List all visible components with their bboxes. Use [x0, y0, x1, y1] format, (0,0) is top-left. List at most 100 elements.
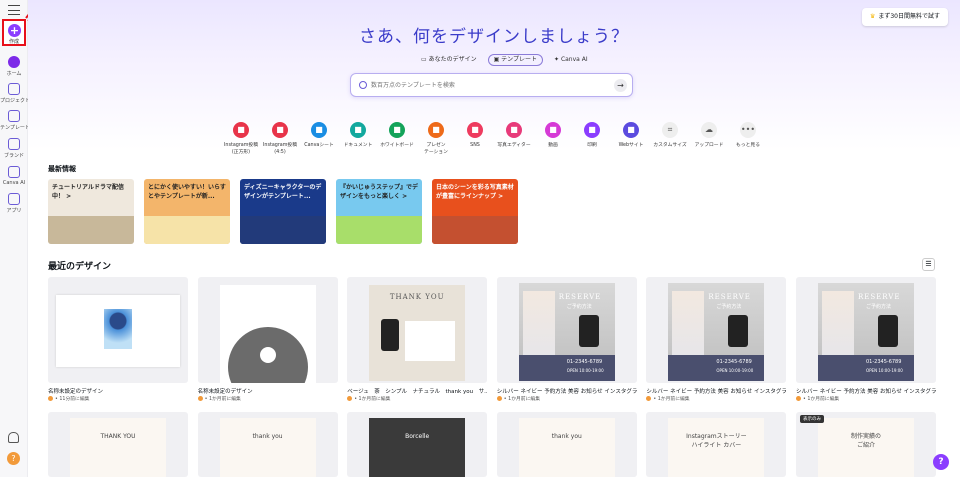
list-view-icon[interactable]: ☰	[922, 258, 935, 271]
design-thumbnail[interactable]: THANK YOU	[347, 277, 488, 383]
sidebar-item-brand[interactable]: ブランド	[0, 138, 28, 159]
design-meta: • 1か月前に編集	[796, 395, 839, 402]
quick-action-label: プレゼン テーション	[424, 143, 448, 155]
news-card[interactable]: 日本のシーンを彩る写真素材が豊富にラインナップ >	[432, 179, 518, 244]
tab-label: あなたのデザイン	[428, 56, 477, 63]
owner-avatar-icon	[48, 396, 53, 401]
design-thumbnail[interactable]: thank you	[496, 412, 637, 477]
quick-action-3[interactable]: ■ ドキュメント	[339, 122, 377, 149]
upload-icon: ☁	[701, 122, 717, 138]
design-thumbnail[interactable]: Instagramストーリー ハイライト カバー	[646, 412, 787, 477]
design-name[interactable]: 名称未設定のデザイン	[48, 387, 188, 395]
design-thumbnail[interactable]: THANK YOU	[48, 412, 188, 477]
avatar[interactable]: ?	[7, 452, 20, 465]
sidebar-item-apps[interactable]: アプリ	[0, 193, 28, 214]
reserve-phone: 01-2345-6789	[866, 359, 902, 365]
design-thumbnail[interactable]: RESERVE ご予約方法 01-2345-6789 OPEN 10:00-19:00	[496, 277, 637, 383]
crown-icon: ♛	[869, 13, 876, 20]
design-thumbnail[interactable]: Borcelle	[347, 412, 488, 477]
doctor-photo	[822, 291, 854, 361]
quick-action-12[interactable]: ☁ アップロード	[690, 122, 728, 149]
design-canvas: Borcelle	[369, 418, 466, 477]
design-name[interactable]: シルバー ネイビー 予約方法 美容 お知らせ インスタグラ...	[497, 387, 637, 395]
design-meta-text: • 1か月前に編集	[503, 397, 540, 402]
quick-action-5[interactable]: ■ プレゼン テーション	[417, 122, 455, 156]
tab-canva-ai[interactable]: ✦ Canva AI	[549, 54, 593, 66]
design-meta-text: • 1か月前に編集	[653, 397, 690, 402]
design-card-title: Instagramストーリー ハイライト カバー	[686, 433, 747, 449]
news-card-text: 日本のシーンを彩る写真素材が豊富にラインナップ >	[436, 184, 514, 200]
news-card[interactable]: 『かいじゅうステップ』でデザインをもっと楽しく >	[336, 179, 422, 244]
sidebar-item-templates[interactable]: テンプレート	[0, 110, 30, 131]
reserve-phone: 01-2345-6789	[566, 359, 603, 365]
recent-designs-title: 最近のデザイン	[48, 262, 112, 272]
quick-action-7[interactable]: ■ 写真エディター	[495, 122, 533, 149]
owner-avatar-icon	[496, 396, 502, 401]
thankyou-title: THANK YOU	[389, 293, 445, 301]
design-meta-text: • 1か月前に編集	[354, 397, 391, 402]
design-name[interactable]: シルバー ネイビー 予約方法 美容 お知らせ インスタグラ...	[646, 387, 786, 395]
reserve-title: RESERVE	[858, 293, 901, 301]
design-thumbnail[interactable]: RESERVE ご予約方法 01-2345-6789 OPEN 10:00-19:00	[646, 277, 787, 383]
design-thumbnail[interactable]	[197, 277, 338, 383]
reserve-subtitle: ご予約方法	[566, 304, 592, 310]
info-band: 01-2345-6789 OPEN 10:00-19:00	[818, 355, 914, 381]
news-card[interactable]: ディズニーキャラクターのデザインがテンプレート...	[240, 179, 326, 244]
quick-action-0[interactable]: ■ Instagram投稿 (正方形)	[222, 122, 260, 156]
doc-icon: ■	[350, 122, 366, 138]
tab-your-designs[interactable]: ▭ あなたのデザイン	[416, 54, 482, 66]
arrow-right-icon[interactable]: →	[614, 79, 627, 92]
design-thumbnail[interactable]: RESERVE ご予約方法 01-2345-6789 OPEN 10:00-19:00	[796, 277, 936, 383]
create-button[interactable]: + 作成	[2, 19, 26, 46]
sidebar-item-projects[interactable]: プロジェクト	[0, 83, 30, 104]
quick-action-10[interactable]: ■ Webサイト	[612, 122, 650, 149]
phone-image	[578, 315, 599, 347]
design-meta: • 1か月前に編集	[646, 395, 690, 402]
presentation-icon: ■	[428, 122, 444, 138]
more-icon: •••	[740, 122, 756, 138]
quick-action-9[interactable]: ■ 印刷	[573, 122, 611, 149]
design-thumbnail[interactable]: thank you	[197, 412, 338, 477]
design-thumbnail[interactable]: 制作実績の ご紹介 表示のみ	[796, 412, 936, 477]
news-card[interactable]: とにかく使いやすい！いらすとやテンプレートが新...	[144, 179, 230, 244]
sidebar-item-label: ホーム	[6, 71, 22, 77]
menu-icon[interactable]	[8, 5, 20, 15]
bell-icon[interactable]	[8, 432, 19, 443]
quick-action-label: SNS	[470, 143, 480, 148]
news-card[interactable]: チュートリアルドラマ配信中！ >	[48, 179, 134, 244]
quick-action-13[interactable]: ••• もっと見る	[729, 122, 767, 149]
sidebar-item-home[interactable]: ホーム	[0, 56, 28, 77]
design-name[interactable]: シルバー ネイビー 予約方法 美容 お知らせ インスタグラ...	[796, 387, 936, 395]
news-card-text: ディズニーキャラクターのデザインがテンプレート...	[244, 184, 322, 200]
sidebar-item-label: ブランド	[3, 153, 24, 159]
design-canvas: thank you	[219, 418, 316, 477]
help-button[interactable]: ?	[933, 454, 949, 470]
design-meta: • 1か月前に編集	[496, 395, 540, 402]
design-card-title: thank you	[252, 433, 283, 440]
quick-action-6[interactable]: ■ SNS	[456, 122, 494, 149]
quick-action-2[interactable]: ■ Canvaシート	[300, 122, 338, 149]
tab-templates[interactable]: ▣ テンプレート	[487, 54, 543, 66]
design-canvas: RESERVE ご予約方法 01-2345-6789 OPEN 10:00-19:00	[668, 283, 765, 381]
reserve-hours: OPEN 10:00-19:00	[566, 368, 604, 373]
design-thumbnail[interactable]	[48, 277, 188, 383]
sidebar-item-canva-ai[interactable]: Canva AI	[0, 166, 28, 186]
whiteboard-icon: ■	[389, 122, 405, 138]
design-name[interactable]: 名称未設定のデザイン	[198, 387, 338, 395]
quick-action-1[interactable]: ■ Instagram投稿 (4:5)	[261, 122, 299, 156]
avatar-head	[259, 347, 276, 363]
chat-bubble	[405, 321, 456, 361]
search-input[interactable]	[371, 78, 601, 93]
quick-action-4[interactable]: ■ ホワイトボード	[378, 122, 416, 149]
reserve-title: RESERVE	[558, 293, 602, 301]
news-card-text: とにかく使いやすい！いらすとやテンプレートが新...	[148, 184, 226, 200]
heart-icon: ■	[467, 122, 483, 138]
design-name[interactable]: ベージュ 茶 シンプル ナチュラル thank you サ...	[347, 387, 487, 395]
info-band: 01-2345-6789 OPEN 10:00-19:00	[518, 355, 615, 381]
quick-action-11[interactable]: ⌗ カスタムサイズ	[651, 122, 689, 149]
design-canvas	[56, 295, 180, 367]
reserve-hours: OPEN 10:00-19:00	[866, 368, 903, 373]
design-meta: • 1か月前に編集	[197, 395, 241, 402]
quick-action-8[interactable]: ■ 動画	[534, 122, 572, 149]
sparkle-icon	[8, 166, 20, 178]
